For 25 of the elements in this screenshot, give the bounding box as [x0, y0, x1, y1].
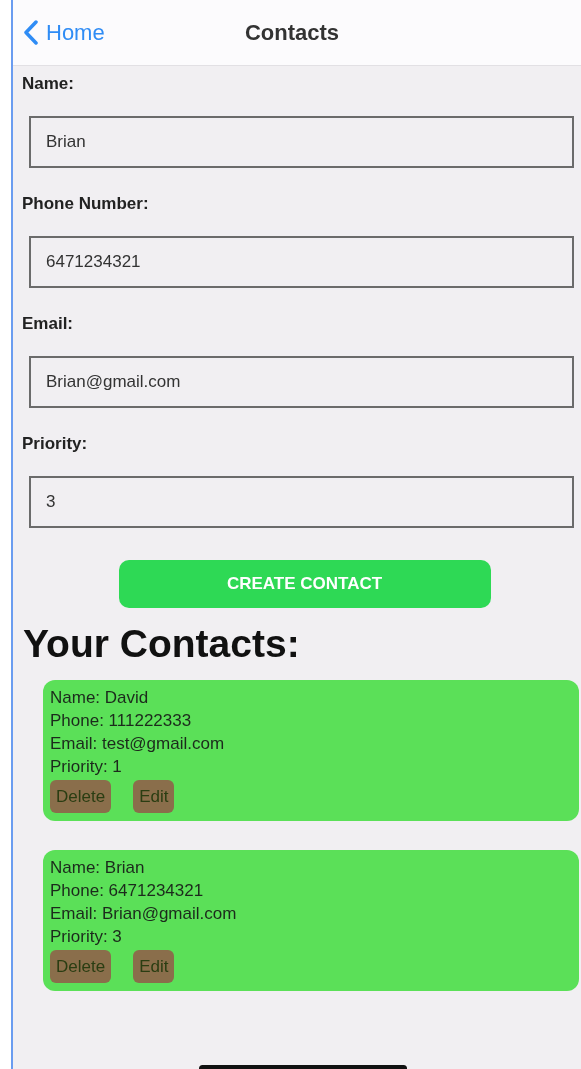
chevron-left-icon — [23, 20, 38, 45]
section-heading: Your Contacts: — [23, 622, 300, 666]
input-field[interactable]: Brian@gmail.com — [29, 356, 574, 408]
input-field[interactable]: 6471234321 — [29, 236, 574, 288]
contact-detail: Phone: 111222333 — [50, 710, 192, 732]
field-label: Priority: — [22, 434, 88, 454]
contact-detail: Name: Brian — [50, 857, 145, 879]
contact-detail: Name: David — [50, 687, 149, 709]
contact-detail: Priority: 1 — [50, 756, 122, 778]
screen-title: Contacts — [244, 19, 340, 45]
input-field[interactable]: 3 — [29, 476, 574, 528]
edit-button[interactable]: Edit — [133, 780, 175, 813]
contact-detail: Email: test@gmail.com — [50, 733, 225, 755]
delete-button[interactable]: Delete — [50, 950, 112, 983]
contact-detail: Email: Brian@gmail.com — [50, 903, 237, 925]
field-label: Email: — [22, 314, 74, 334]
field-label: Phone Number: — [22, 194, 149, 214]
delete-button[interactable]: Delete — [50, 780, 112, 813]
field-label: Name: — [22, 74, 74, 94]
contact-detail: Priority: 3 — [50, 926, 122, 948]
input-field[interactable]: Brian — [29, 116, 574, 168]
create-contact-button[interactable]: CREATE CONTACT — [118, 560, 491, 608]
edit-button[interactable]: Edit — [133, 950, 175, 983]
back-link[interactable]: Home — [23, 19, 105, 46]
contact-detail: Phone: 6471234321 — [50, 880, 204, 902]
